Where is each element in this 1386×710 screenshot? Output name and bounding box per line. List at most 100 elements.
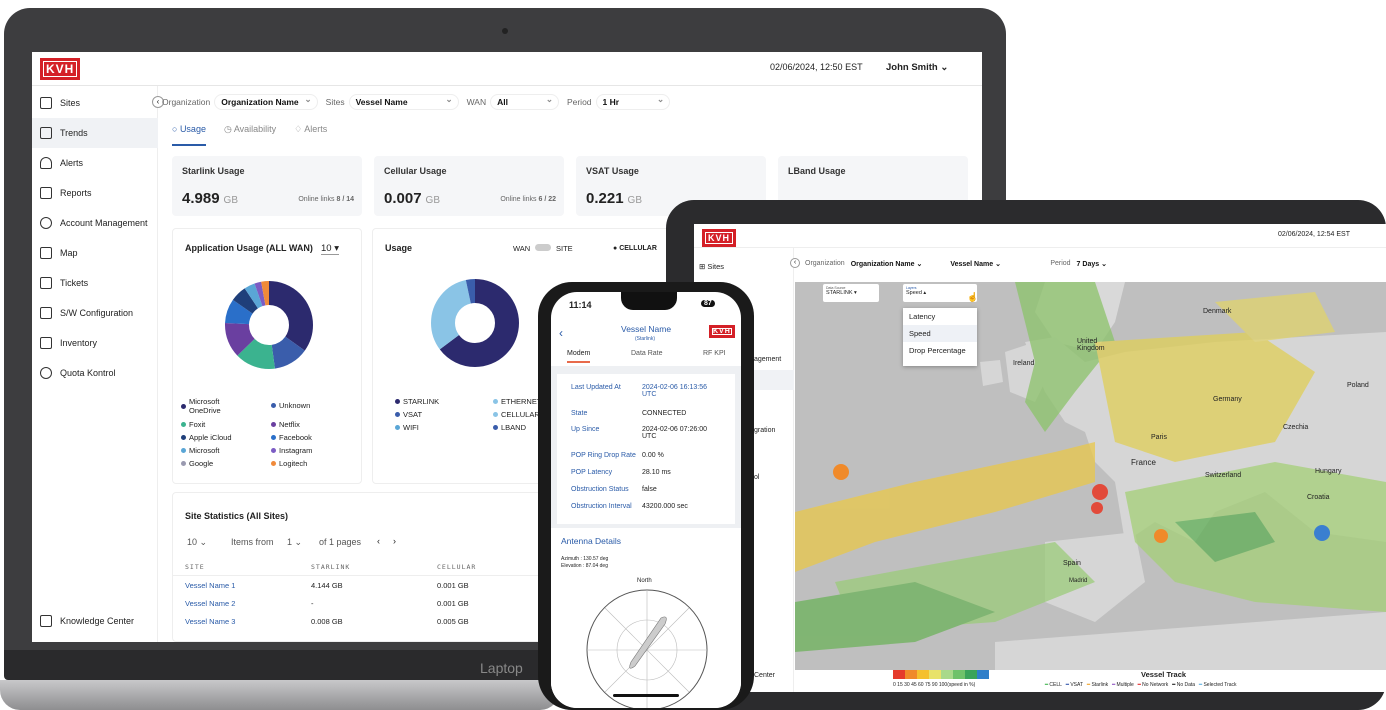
vessel-track-title: Vessel Track: [1141, 670, 1187, 679]
detail-row: Last Updated At 2024-02-06 16:13:56 UTC: [557, 384, 741, 398]
top-bar: KVH 02/06/2024, 12:50 EST John Smith ⌄: [32, 52, 982, 86]
sidebar-item-sites[interactable]: ⊞ Sites: [699, 262, 724, 271]
site-link[interactable]: Vessel Name 1: [185, 581, 235, 590]
cell-cellular: 0.001 GB: [437, 581, 469, 590]
detail-value: 0.00 %: [642, 452, 664, 459]
sidebar-item-tickets[interactable]: Tickets: [32, 268, 158, 298]
sites-select[interactable]: Vessel Name: [348, 94, 459, 110]
menu-item-latency[interactable]: Latency: [903, 308, 977, 325]
sidebar-item-map[interactable]: Map: [32, 238, 158, 268]
col-starlink[interactable]: STARLINK: [311, 563, 350, 571]
coverage-map[interactable]: Denmark Ireland United Kingdom Poland Ge…: [795, 282, 1386, 670]
online-value: 6 / 22: [538, 196, 556, 203]
per-page-value: 10: [187, 537, 198, 547]
site-select[interactable]: Vessel Name ⌄: [940, 260, 1030, 268]
sidebar-item-sw-configuration[interactable]: gration: [754, 427, 775, 434]
tablet-screen: KVH 02/06/2024, 12:54 EST ⊞ Sites agemen…: [694, 224, 1386, 692]
tab-availability[interactable]: ◷ Availability: [224, 124, 276, 146]
sidebar-item-quota-kontrol[interactable]: ol: [754, 474, 759, 481]
map-legend: 0 15 30 45 60 75 90 100(speed in %) Vess…: [795, 670, 1386, 692]
tab-modem[interactable]: Modem: [567, 350, 591, 363]
org-select[interactable]: Organization Name ⌄: [851, 260, 935, 268]
legend-label: CELL: [1049, 682, 1062, 688]
legend-item: Netflix: [271, 420, 300, 429]
legend-item: STARLINK: [395, 397, 439, 406]
legend-dot: [271, 422, 276, 427]
sidebar-item-inventory[interactable]: Inventory: [32, 328, 158, 358]
detail-key: Obstruction Interval: [571, 503, 632, 510]
tab-data-rate[interactable]: Data Rate: [631, 350, 663, 357]
period-select[interactable]: 1 Hr: [595, 94, 671, 110]
user-menu[interactable]: John Smith ⌄: [886, 62, 948, 73]
sidebar-item-quota-kontrol[interactable]: Quota Kontrol: [32, 358, 158, 388]
period-value: 7 Days: [1076, 261, 1100, 268]
panel-title: Usage: [385, 243, 413, 253]
tab-alerts[interactable]: ♢ Alerts: [294, 124, 327, 146]
sidebar-item-account-management[interactable]: agement: [754, 356, 781, 363]
sidebar-item-alerts[interactable]: Alerts: [32, 148, 158, 178]
legend-dot: [395, 425, 400, 430]
legend-item: Foxit: [181, 420, 205, 429]
menu-item-speed[interactable]: Speed: [903, 325, 977, 342]
legend-no-network: ━ No Network: [1137, 682, 1169, 688]
wan-label: WAN: [466, 97, 487, 107]
sidebar-item-label: Quota Kontrol: [60, 368, 116, 378]
sidebar-item-sites[interactable]: Sites: [32, 88, 158, 118]
sidebar-item-account-management[interactable]: Account Management: [32, 208, 158, 238]
track-legend: ━ CELL ━ VSAT ━ Starlink ━ Multiple ━ No…: [1045, 682, 1237, 688]
usage-card-starlink: Starlink Usage 4.989 GB Online links 8 / …: [172, 156, 362, 216]
per-page-select[interactable]: 10 ⌄: [187, 537, 207, 548]
sidebar-knowledge-center[interactable]: Center: [754, 672, 775, 679]
sidebar-item-label: S/W Configuration: [60, 308, 134, 318]
site-link[interactable]: Vessel Name 3: [185, 617, 235, 626]
datetime: 02/06/2024, 12:54 EST: [1278, 231, 1350, 238]
wan-site-toggle[interactable]: [535, 244, 551, 251]
legend-label: VSAT: [1070, 682, 1084, 688]
sidebar-knowledge-center[interactable]: Knowledge Center: [32, 606, 158, 636]
wan-select[interactable]: All: [490, 94, 559, 110]
legend-dot: [395, 399, 400, 404]
prev-page-button[interactable]: ‹: [377, 536, 380, 546]
menu-item-drop-percentage[interactable]: Drop Percentage: [903, 342, 977, 359]
chevron-down-icon: ⌄: [940, 62, 949, 73]
legend-item: CELLULAR: [493, 410, 540, 419]
sidebar-item-reports[interactable]: Reports: [32, 178, 158, 208]
org-select[interactable]: Organization Name: [214, 94, 318, 110]
users-icon: [40, 217, 52, 229]
period-select[interactable]: 7 Days ⌄: [1077, 260, 1107, 268]
laptop-base: [0, 680, 560, 710]
legend-dot: [271, 403, 276, 408]
tab-usage[interactable]: ○ Usage: [172, 124, 206, 146]
kvh-logo: KVH: [709, 325, 735, 338]
unit: GB: [627, 195, 642, 206]
items-from-label: Items from: [231, 537, 274, 547]
tab-rf-kpi[interactable]: RF KPI: [703, 350, 726, 357]
data-source-select[interactable]: Data Source STARLINK ▾: [823, 284, 879, 302]
scale-swatch: [977, 670, 989, 679]
card-title: VSAT Usage: [586, 166, 639, 176]
site-link[interactable]: Vessel Name 2: [185, 599, 235, 608]
legend-cellular: ● CELLULAR: [613, 245, 657, 252]
next-page-button[interactable]: ›: [393, 536, 396, 546]
sidebar-item-sw-configuration[interactable]: S/W Configuration: [32, 298, 158, 328]
page-value: 1: [287, 537, 293, 547]
layer-select[interactable]: Layers Speed ▴: [903, 284, 977, 302]
page-subtitle: (Starlink): [635, 336, 656, 342]
legend-dot: [181, 461, 186, 466]
azimuth: Azimuth : 130.57 deg: [561, 556, 609, 562]
land-ireland: [980, 360, 1003, 386]
online-links: Online links 8 / 14: [298, 196, 354, 203]
map-label: Poland: [1347, 382, 1369, 389]
page-select[interactable]: 1 ⌄: [287, 537, 302, 548]
unit: GB: [425, 195, 440, 206]
card-value: 4.989 GB: [182, 190, 238, 207]
back-button[interactable]: ‹: [559, 326, 563, 340]
legend-item: Apple iCloud: [181, 433, 232, 442]
col-site[interactable]: SITE: [185, 563, 205, 571]
map-label: Czechia: [1283, 424, 1309, 431]
col-cellular[interactable]: CELLULAR: [437, 563, 476, 571]
sidebar-item-label: Alerts: [60, 158, 84, 168]
top-n-select[interactable]: 10 ▾: [321, 243, 339, 255]
collapse-sidebar-button[interactable]: ‹: [790, 258, 800, 268]
sidebar-item-trends[interactable]: Trends: [32, 118, 158, 148]
